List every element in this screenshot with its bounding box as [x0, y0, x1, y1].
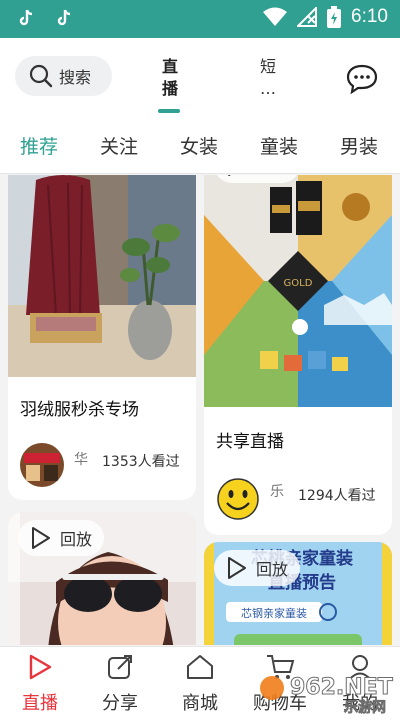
tab-short-video[interactable]: 短 …: [258, 56, 278, 100]
message-icon[interactable]: [346, 64, 378, 94]
play-icon: [228, 557, 246, 579]
top-header: 搜索 直 播 短 …: [0, 38, 400, 118]
battery-icon: [327, 6, 342, 28]
host-name: 乐: [270, 484, 284, 500]
category-tab-men[interactable]: 男装: [340, 132, 378, 159]
watermark-sub: 乐游网: [344, 699, 386, 714]
nav-live[interactable]: 直播: [10, 653, 70, 715]
category-tab-kids[interactable]: 童装: [260, 132, 298, 159]
tiktok-icon: [19, 9, 33, 26]
play-icon: [29, 654, 52, 680]
status-bar: 6:10: [0, 0, 400, 38]
tab-live[interactable]: 直 播: [160, 56, 180, 100]
search-icon: [29, 64, 53, 88]
live-thumbnail: GOLD: [204, 175, 392, 407]
no-signal-icon: [297, 7, 318, 27]
replay-label: 回放: [60, 530, 93, 549]
category-tab-women[interactable]: 女装: [180, 132, 218, 159]
live-card[interactable]: 羽绒服秒杀专场 华 1353人看过: [8, 175, 196, 500]
replay-badge: 回放: [214, 550, 301, 586]
host-name: 华: [74, 452, 88, 468]
category-tabs: 推荐 关注 女装 童装 男装: [0, 118, 400, 174]
nav-share[interactable]: 分享: [90, 653, 150, 715]
live-card[interactable]: 芯桃亲家童装 直播预告 芯钢亲家童装 回放: [204, 542, 392, 645]
bottom-navigation: 直播 分享 商城 购物车 我的 962.NET 乐游网: [0, 646, 400, 720]
viewer-count: 1353人看过: [102, 454, 180, 470]
wifi-icon: [263, 7, 288, 26]
site-watermark: 962.NET 乐游网: [260, 675, 393, 714]
poster-tag: 芯钢亲家童装: [241, 606, 307, 620]
viewer-count: 1294人看过: [298, 488, 376, 504]
nav-share-label: 分享: [102, 693, 138, 714]
active-tab-indicator: [158, 109, 180, 113]
search-button[interactable]: 搜索: [15, 56, 112, 96]
play-icon: [32, 527, 50, 549]
live-card-title: 羽绒服秒杀专场: [20, 400, 139, 420]
nav-live-label: 直播: [22, 693, 58, 714]
nav-mall[interactable]: 商城: [170, 653, 230, 715]
live-card-title: 共享直播: [216, 432, 284, 452]
host-avatar[interactable]: [20, 443, 64, 487]
live-feed: 羽绒服秒杀专场 华 1353人看过 GOLD 共享直播 乐 1294人看过 回放…: [0, 175, 400, 645]
clock: 6:10: [351, 6, 388, 27]
nav-mall-label: 商城: [182, 693, 218, 714]
replay-badge: 回放: [18, 520, 105, 556]
replay-label: 回放: [256, 175, 288, 177]
play-icon: [228, 175, 231, 176]
live-card[interactable]: 回放: [8, 512, 196, 645]
live-card[interactable]: GOLD 回放 共享直播: [204, 175, 392, 535]
poster-badge: GOLD: [284, 278, 313, 289]
replay-label: 回放: [256, 560, 289, 579]
home-icon: [187, 655, 213, 679]
search-label: 搜索: [59, 68, 92, 87]
live-thumbnail: [8, 175, 196, 377]
watermark-brand: 962.NET: [290, 675, 393, 700]
category-tab-follow[interactable]: 关注: [100, 132, 138, 159]
tiktok-icon: [57, 9, 71, 26]
replay-badge: 回放: [214, 175, 301, 183]
share-icon: [108, 655, 132, 679]
host-avatar[interactable]: [216, 477, 260, 521]
category-tab-recommend[interactable]: 推荐: [20, 132, 58, 159]
